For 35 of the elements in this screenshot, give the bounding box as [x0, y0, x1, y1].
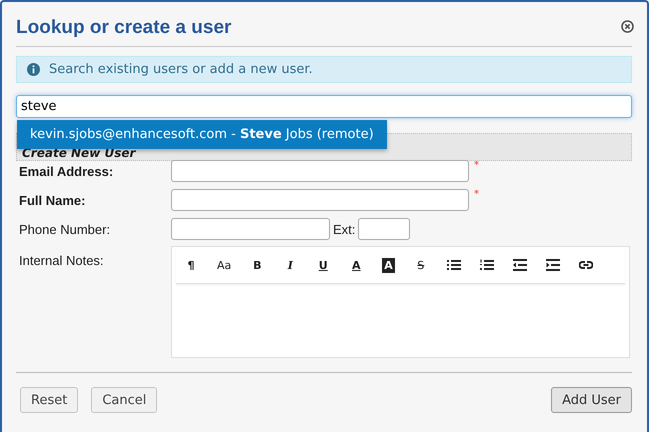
format-button[interactable]: U [316, 258, 330, 272]
add-user-button[interactable]: Add User [551, 387, 632, 413]
format-button[interactable]: B [250, 258, 264, 272]
required-mark: * [474, 189, 479, 200]
format-button[interactable]: ¶ [184, 258, 198, 272]
field-label: Full Name: [18, 192, 86, 208]
field-label: Internal Notes: [18, 252, 105, 268]
link-icon[interactable] [578, 259, 593, 271]
indent-icon[interactable] [546, 259, 560, 271]
format-button[interactable]: Aa [217, 258, 232, 272]
search-field[interactable]: steve [16, 95, 632, 118]
required-mark: * [474, 160, 479, 171]
section-title: Create New User [22, 146, 136, 160]
field-label: Phone Number: [18, 222, 112, 236]
ext-field[interactable] [358, 218, 410, 240]
format-button[interactable]: I [283, 258, 298, 272]
footer-button[interactable]: Reset [20, 387, 78, 413]
input-field[interactable] [171, 160, 469, 182]
notes-editor[interactable]: ¶ Aa B I U A A S [171, 246, 630, 358]
bullet-list-icon[interactable] [446, 259, 461, 271]
ext-label: Ext: [333, 222, 356, 236]
info-text: Search existing users or add a new user. [49, 62, 313, 77]
phone-field[interactable] [171, 218, 330, 240]
info-icon [27, 63, 40, 76]
dialog-title: Lookup or create a user [16, 16, 232, 39]
input-field[interactable] [171, 189, 469, 211]
format-button[interactable]: A [382, 258, 395, 272]
suggestion-item[interactable]: kevin.sjobs@enhancesoft.com - Steve Jobs (remote) [17, 120, 387, 149]
outdent-icon[interactable] [512, 259, 527, 271]
close-icon[interactable] [621, 20, 634, 32]
footer-button[interactable]: Cancel [91, 387, 158, 413]
format-button[interactable]: A [349, 258, 364, 272]
numbered-list-icon[interactable] [480, 259, 494, 271]
field-label: Email Address: [18, 164, 114, 178]
format-button[interactable]: S [414, 258, 428, 272]
